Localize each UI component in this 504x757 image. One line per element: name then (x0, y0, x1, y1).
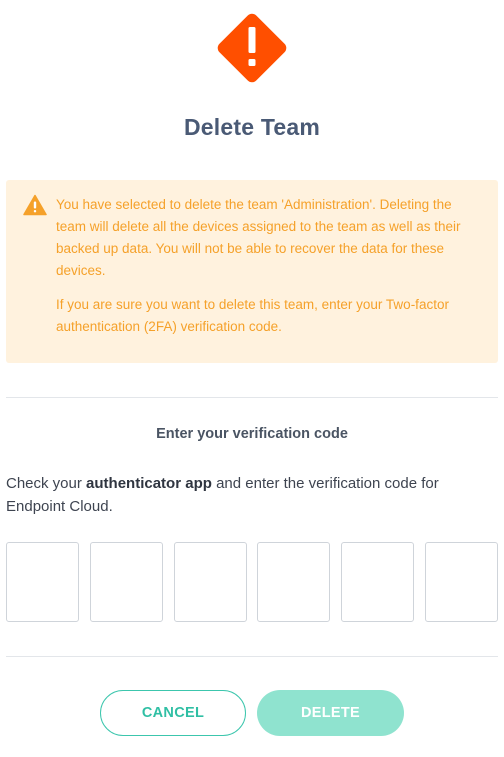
code-digit-1[interactable] (6, 542, 79, 622)
verification-heading: Enter your verification code (156, 426, 348, 442)
divider-bottom (6, 656, 498, 657)
warning-text-paragraph-1: You have selected to delete the team 'Ad… (56, 197, 461, 278)
warning-triangle-icon (23, 194, 47, 216)
verification-code-inputs (6, 542, 498, 622)
code-digit-4[interactable] (257, 542, 331, 622)
warning-alert: You have selected to delete the team 'Ad… (6, 180, 498, 363)
instruction-app-name: authenticator app (86, 475, 212, 492)
verification-instructions: Check your authenticator app and enter t… (6, 472, 502, 518)
warning-text-paragraph-2: If you are sure you want to delete this … (56, 297, 449, 334)
code-digit-5[interactable] (341, 542, 415, 622)
code-digit-6[interactable] (424, 542, 498, 622)
dialog-title: Delete Team (184, 114, 320, 140)
delete-button[interactable]: DELETE (257, 690, 404, 736)
exclamation-diamond-icon (217, 13, 287, 83)
instruction-prefix: Check your (6, 475, 87, 492)
divider-top (6, 397, 498, 398)
code-digit-3[interactable] (173, 542, 247, 622)
cancel-button[interactable]: CANCEL (100, 690, 246, 736)
code-digit-2[interactable] (89, 542, 163, 622)
